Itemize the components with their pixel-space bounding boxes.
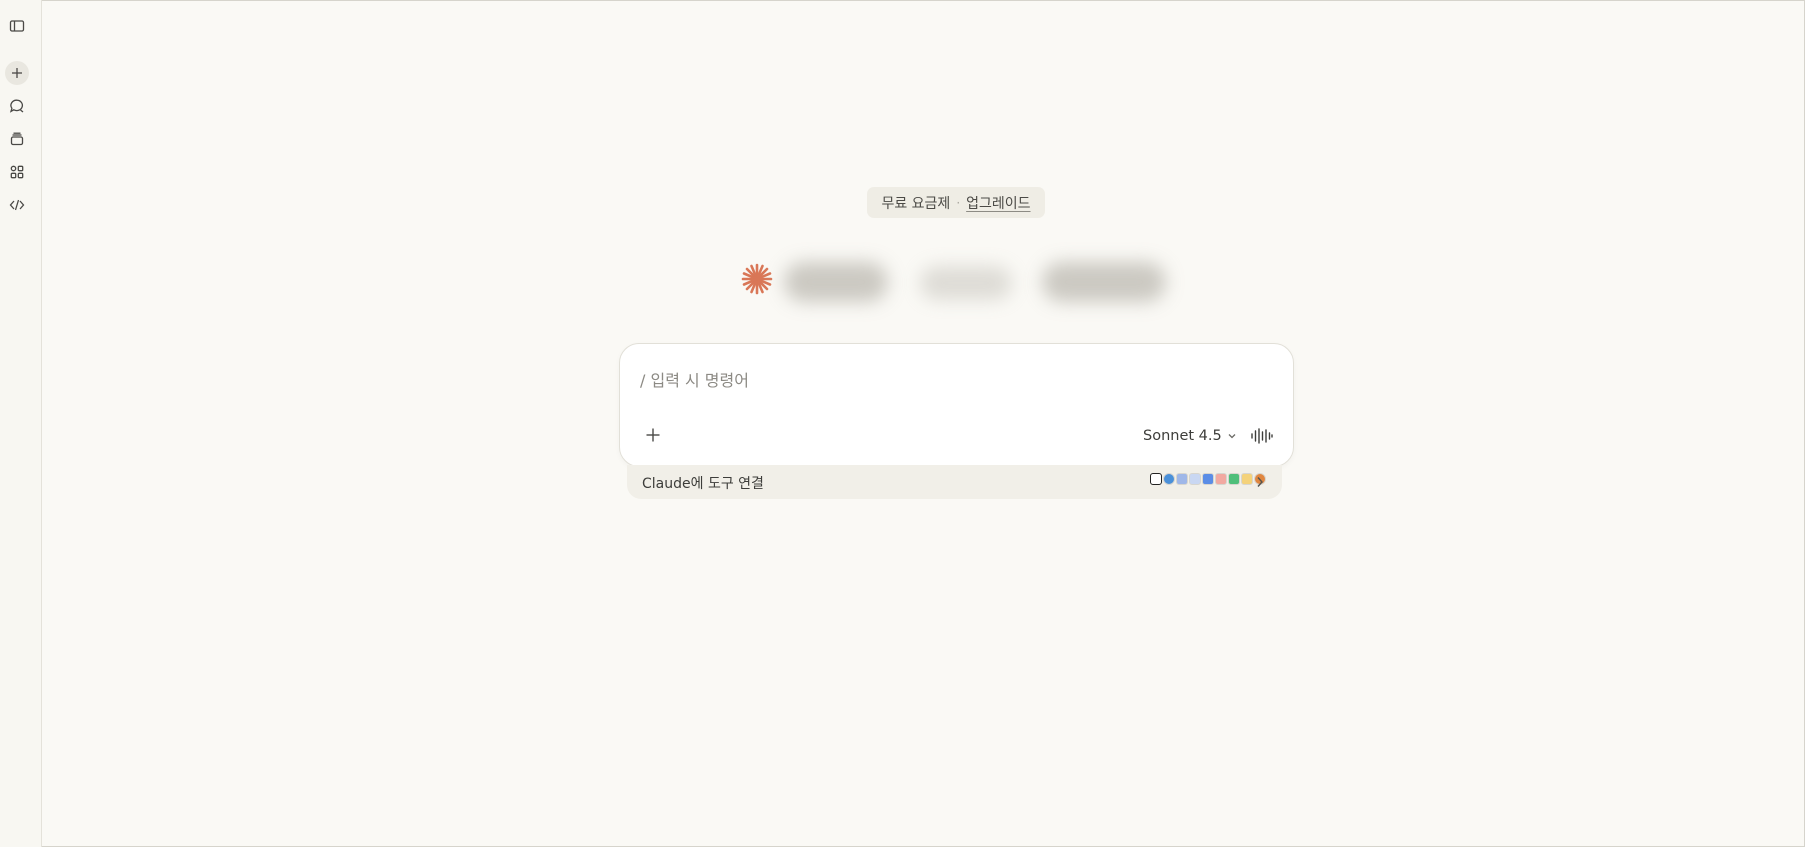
upgrade-link[interactable]: 업그레이드 [966, 193, 1030, 213]
google-calendar-icon [1228, 473, 1240, 485]
artifacts-grid-icon [10, 165, 24, 179]
docs-icon [1189, 473, 1201, 485]
plus-icon [12, 68, 22, 78]
model-label: Sonnet 4.5 [1143, 428, 1222, 444]
model-selector[interactable]: Sonnet 4.5 [1143, 425, 1237, 447]
connect-tools-bar[interactable]: Claude에 도구 연결 [627, 465, 1282, 499]
chats-button[interactable] [5, 94, 29, 118]
chrome-icon [1163, 473, 1175, 485]
voice-mode-button[interactable] [1249, 424, 1275, 448]
waveform-icon [1251, 428, 1273, 444]
chevron-right-icon [1257, 477, 1263, 487]
plan-label: 무료 요금제 [881, 195, 951, 212]
sidebar-toggle-button[interactable] [5, 14, 29, 38]
message-input[interactable]: / 입력 시 명령어 [640, 367, 749, 391]
greeting-heading-blurred [780, 246, 1176, 316]
add-attachment-button[interactable] [640, 422, 666, 448]
integration-icons [1150, 473, 1267, 485]
chat-bubble-icon [9, 99, 24, 113]
projects-button[interactable] [5, 127, 29, 151]
folders-icon [10, 132, 24, 146]
code-button[interactable] [5, 193, 29, 217]
separator-dot: · [956, 195, 961, 210]
connect-tools-label: Claude에 도구 연결 [642, 476, 764, 492]
claude-spark-icon [741, 263, 773, 295]
new-chat-button[interactable] [5, 61, 29, 85]
notion-icon [1150, 473, 1162, 485]
sidebar-toggle-icon [9, 20, 25, 32]
drive-triangle-icon [1202, 473, 1214, 485]
plan-badge: 무료 요금제 · 업그레이드 [867, 187, 1045, 218]
code-icon [9, 199, 25, 211]
drive-icon [1176, 473, 1188, 485]
chevron-down-icon [1228, 434, 1236, 439]
sidebar-rail [0, 0, 42, 847]
message-composer: / 입력 시 명령어 Sonnet 4.5 [619, 343, 1294, 467]
asana-icon [1215, 473, 1227, 485]
gmail-icon [1241, 473, 1253, 485]
plus-icon [646, 428, 660, 442]
artifacts-button[interactable] [5, 160, 29, 184]
